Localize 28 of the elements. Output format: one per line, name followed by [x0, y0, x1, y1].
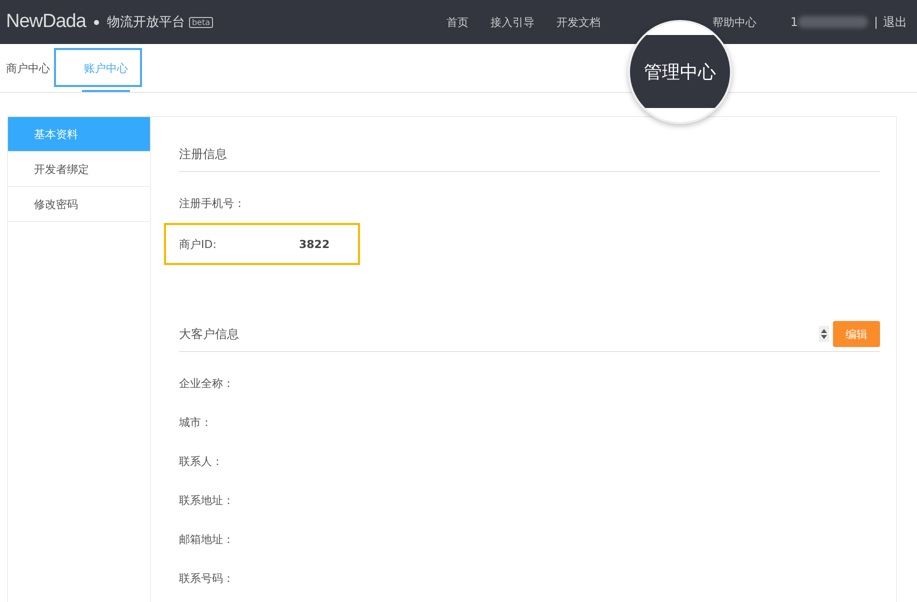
separator: |	[874, 15, 878, 29]
field-label: 邮箱地址：	[179, 532, 235, 547]
field-label: 联系地址：	[179, 493, 235, 508]
logo[interactable]: NewDada	[6, 11, 86, 33]
field-label: 联系人：	[179, 454, 224, 469]
platform-title: 物流开放平台	[106, 14, 185, 31]
nav-link[interactable]: 帮助中心	[712, 14, 756, 30]
field-label: 商户ID:	[179, 236, 218, 252]
field-label: 企业全称：	[179, 376, 235, 391]
sidebar-item[interactable]: 开发者绑定	[8, 152, 150, 187]
logout-link[interactable]: 退出	[883, 14, 907, 30]
sidebar-item[interactable]: 修改密码	[8, 187, 150, 222]
beta-badge: beta	[188, 16, 213, 28]
nav-link[interactable]: 接入引导	[490, 14, 534, 30]
field-label: 注册手机号：	[179, 196, 246, 211]
section-title: 注册信息	[179, 146, 227, 162]
field-label: 联系号码：	[179, 571, 235, 586]
nav-link[interactable]: 首页	[446, 14, 468, 30]
field-value: 3822	[299, 238, 330, 250]
user-name[interactable]: 1	[790, 15, 798, 29]
field-label: 城市：	[179, 415, 213, 430]
spinner-icon	[819, 326, 829, 342]
tab[interactable]: 商户中心	[0, 44, 56, 92]
nav-link[interactable]: 开发文档	[556, 14, 600, 30]
magnified-text: 管理中心	[644, 61, 716, 84]
dot-icon	[94, 20, 99, 24]
section-title: 大客户信息	[179, 326, 239, 342]
blurred-text	[798, 16, 868, 28]
